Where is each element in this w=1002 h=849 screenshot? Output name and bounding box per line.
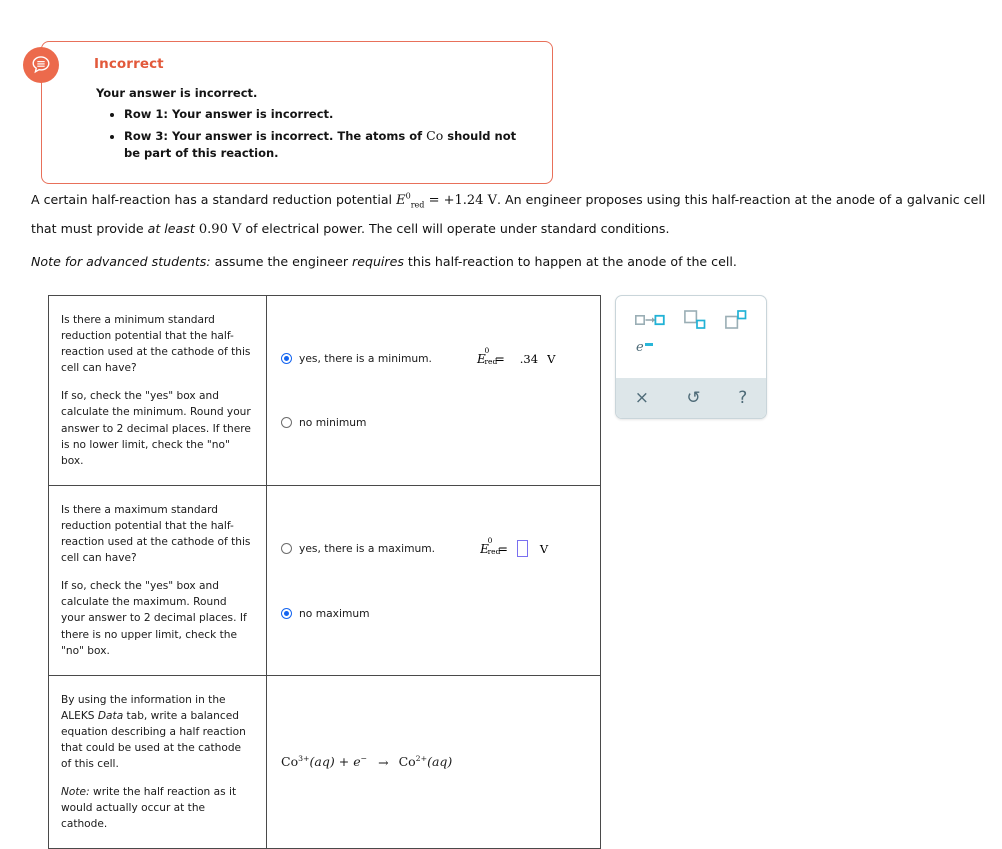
statement-paragraph-1: A certain half-reaction has a standard r… <box>31 191 986 237</box>
answer-cell-maximum: yes, there is a maximum. E 0 red = V no ma… <box>266 484 601 676</box>
palette-icon-area: e <box>616 296 766 378</box>
prompt-note: Note: write the half reaction as it woul… <box>61 786 237 831</box>
radio-yes-maximum[interactable] <box>281 543 292 555</box>
answer-table: Is there a minimum standard reduction po… <box>48 295 601 849</box>
help-button[interactable]: ? <box>730 388 755 409</box>
list-item: Row 1: Your answer is incorrect. <box>124 106 534 123</box>
list-item: Row 3: Your answer is incorrect. The ato… <box>124 127 534 162</box>
product-species: Co <box>398 754 416 770</box>
superscript-box-icon[interactable] <box>723 308 749 332</box>
subscript-box-icon[interactable] <box>682 308 708 332</box>
e-red-equation-minimum: E 0 red = .34 V <box>476 345 556 366</box>
undo-button[interactable]: ↺ <box>678 388 708 409</box>
unit-label: V <box>539 541 549 556</box>
feedback-title: Incorrect <box>94 56 164 72</box>
prompt-cell-maximum: Is there a maximum standard reduction po… <box>48 484 267 676</box>
speech-bubble-icon <box>23 47 59 83</box>
radio-label: yes, there is a maximum. <box>299 542 436 556</box>
statement-paragraph-2: Note for advanced students: assume the e… <box>31 253 737 269</box>
feedback-list: Row 1: Your answer is incorrect. Row 3: … <box>90 106 534 161</box>
clear-button[interactable]: × <box>627 388 657 409</box>
convert-to-arrow-icon[interactable] <box>633 311 667 329</box>
prompt-cell-equation: By using the information in the ALEKS Da… <box>48 674 267 849</box>
prompt-text: Is there a maximum standard reduction po… <box>61 503 251 565</box>
e-red-symbol: E0red <box>476 345 498 366</box>
radio-no-maximum[interactable] <box>281 608 292 620</box>
prompt-text: By using the information in the ALEKS Da… <box>61 693 246 771</box>
electron-glyph: e <box>636 340 644 355</box>
answer-cell-minimum: yes, there is a minimum. E 0 red = .34 V n… <box>266 295 601 486</box>
table-row: Is there a minimum standard reduction po… <box>48 295 601 486</box>
answer-cell-equation[interactable]: Co3+(aq) + e− → Co2+(aq) <box>266 674 601 849</box>
palette-action-bar: × ↺ ? <box>616 378 766 418</box>
e-red-symbol: E0red <box>480 535 501 556</box>
table-row: By using the information in the ALEKS Da… <box>48 674 601 849</box>
product-state: (aq) <box>427 754 453 770</box>
radio-yes-minimum[interactable] <box>281 353 292 365</box>
prompt-instructions: If so, check the "yes" box and calculate… <box>61 580 247 657</box>
radio-option-no-maximum[interactable]: no maximum <box>281 607 590 620</box>
plus-sign: + <box>338 754 350 770</box>
minus-bar-icon <box>644 342 653 346</box>
radio-option-no-minimum[interactable]: no minimum <box>281 416 590 429</box>
answer-input-maximum[interactable] <box>516 540 528 558</box>
half-reaction-equation[interactable]: Co3+(aq) + e− → Co2+(aq) <box>267 732 600 791</box>
reaction-arrow-icon: → <box>378 754 389 770</box>
chem-palette-toolbar: e × ↺ ? <box>615 295 767 419</box>
radio-option-yes-maximum[interactable]: yes, there is a maximum. E 0 red = V <box>281 535 590 558</box>
table-row: Is there a maximum standard reduction po… <box>48 484 601 676</box>
electron-symbol: e <box>353 754 361 770</box>
answer-value-minimum[interactable]: .34 <box>520 352 538 366</box>
e-red-equation-maximum: E 0 red = V <box>480 535 549 558</box>
feedback-banner: Incorrect Your answer is incorrect. Row … <box>23 41 553 185</box>
radio-no-minimum[interactable] <box>281 416 292 428</box>
feedback-box: Incorrect Your answer is incorrect. Row … <box>41 41 553 185</box>
prompt-text: Is there a minimum standard reduction po… <box>61 314 251 375</box>
unit-label: V <box>547 351 556 366</box>
radio-label: yes, there is a minimum. <box>299 352 432 366</box>
reactant-species: Co <box>281 754 299 770</box>
product-charge: 2+ <box>415 754 428 764</box>
radio-option-yes-minimum[interactable]: yes, there is a minimum. E 0 red = .34 V <box>281 345 590 366</box>
problem-statement: A certain half-reaction has a standard r… <box>31 186 986 279</box>
element-symbol: Co <box>426 127 444 143</box>
prompt-instructions: If so, check the "yes" box and calculate… <box>61 390 251 467</box>
e-red-symbol: E0red <box>396 191 425 210</box>
electron-charge: − <box>360 754 368 764</box>
electron-insert-button[interactable]: e <box>636 340 653 355</box>
prompt-cell-minimum: Is there a minimum standard reduction po… <box>48 295 267 486</box>
radio-label: no maximum <box>299 607 370 621</box>
radio-label: no minimum <box>299 415 367 429</box>
reactant-charge: 3+ <box>298 754 310 764</box>
feedback-lead: Your answer is incorrect. <box>96 86 258 100</box>
reactant-state: (aq) <box>309 754 335 770</box>
